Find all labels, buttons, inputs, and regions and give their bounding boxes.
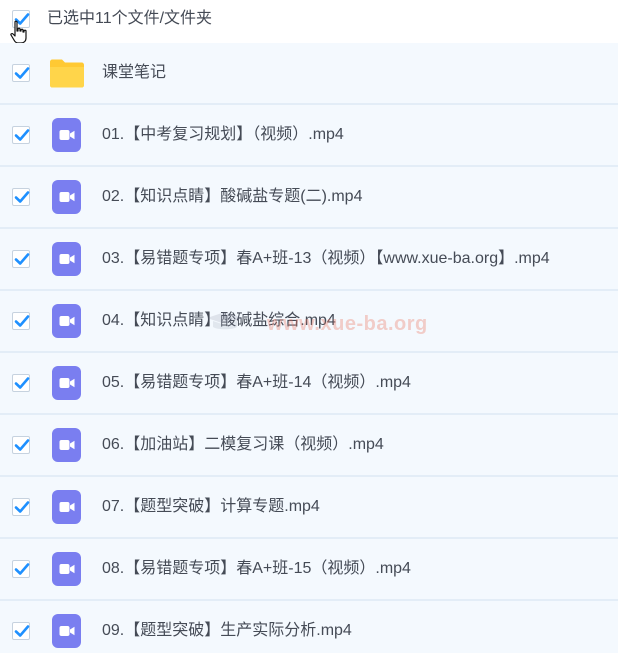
file-checkbox[interactable] [12, 188, 30, 206]
file-name[interactable]: 03.【易错题专项】春A+班-13（视频）【www.xue-ba.org】.mp… [102, 248, 550, 270]
file-list-page: 已选中11个文件/文件夹 课堂笔记 01.【中考复习规划】（视频）.mp4 02.【… [0, 0, 618, 653]
file-row[interactable]: 07.【题型突破】计算专题.mp4 [0, 477, 618, 539]
file-row[interactable]: 课堂笔记 [0, 43, 618, 105]
selection-count-label: 已选中11个文件/文件夹 [47, 10, 213, 27]
file-checkbox[interactable] [12, 250, 30, 268]
file-row[interactable]: 03.【易错题专项】春A+班-13（视频）【www.xue-ba.org】.mp… [0, 229, 618, 291]
video-file-icon [49, 303, 85, 339]
file-list: 课堂笔记 01.【中考复习规划】（视频）.mp4 02.【知识点睛】酸碱盐专题(二)… [0, 43, 618, 653]
file-name[interactable]: 08.【易错题专项】春A+班-15（视频）.mp4 [102, 558, 411, 580]
video-file-icon [49, 117, 85, 153]
file-name[interactable]: 02.【知识点睛】酸碱盐专题(二).mp4 [102, 186, 362, 208]
file-name[interactable]: 05.【易错题专项】春A+班-14（视频）.mp4 [102, 372, 411, 394]
checkmark-icon [14, 377, 30, 389]
file-checkbox[interactable] [12, 312, 30, 330]
file-row[interactable]: 02.【知识点睛】酸碱盐专题(二).mp4 [0, 167, 618, 229]
file-row[interactable]: 06.【加油站】二模复习课（视频）.mp4 [0, 415, 618, 477]
checkmark-icon [14, 501, 30, 513]
folder-icon [49, 55, 85, 91]
file-row[interactable]: 09.【题型突破】生产实际分析.mp4 [0, 601, 618, 653]
video-file-icon [49, 427, 85, 463]
file-name[interactable]: 09.【题型突破】生产实际分析.mp4 [102, 620, 352, 642]
file-row[interactable]: 01.【中考复习规划】（视频）.mp4 [0, 105, 618, 167]
file-name[interactable]: 07.【题型突破】计算专题.mp4 [102, 496, 320, 518]
checkmark-icon [14, 253, 30, 265]
file-checkbox[interactable] [12, 64, 30, 82]
video-file-icon [49, 179, 85, 215]
video-file-icon [49, 551, 85, 587]
checkmark-icon [14, 191, 30, 203]
file-checkbox[interactable] [12, 374, 30, 392]
file-checkbox[interactable] [12, 622, 30, 640]
selection-header: 已选中11个文件/文件夹 [0, 0, 618, 42]
watermark-text: www.xue-ba.org [267, 313, 428, 335]
checkmark-icon [14, 67, 30, 79]
video-file-icon [49, 241, 85, 277]
checkmark-icon [14, 129, 30, 141]
checkmark-icon [14, 439, 30, 451]
checkmark-icon [14, 315, 30, 327]
file-name[interactable]: 课堂笔记 [102, 62, 166, 84]
file-checkbox[interactable] [12, 436, 30, 454]
file-checkbox[interactable] [12, 560, 30, 578]
file-checkbox[interactable] [12, 498, 30, 516]
file-name[interactable]: 01.【中考复习规划】（视频）.mp4 [102, 124, 344, 146]
file-name[interactable]: 06.【加油站】二模复习课（视频）.mp4 [102, 434, 384, 456]
checkmark-icon [14, 563, 30, 575]
file-row[interactable]: 05.【易错题专项】春A+班-14（视频）.mp4 [0, 353, 618, 415]
video-file-icon [49, 365, 85, 401]
video-file-icon [49, 613, 85, 649]
checkmark-icon [14, 625, 30, 637]
watermark-logo-icon [207, 312, 243, 330]
file-checkbox[interactable] [12, 126, 30, 144]
video-file-icon [49, 489, 85, 525]
file-row[interactable]: 08.【易错题专项】春A+班-15（视频）.mp4 [0, 539, 618, 601]
